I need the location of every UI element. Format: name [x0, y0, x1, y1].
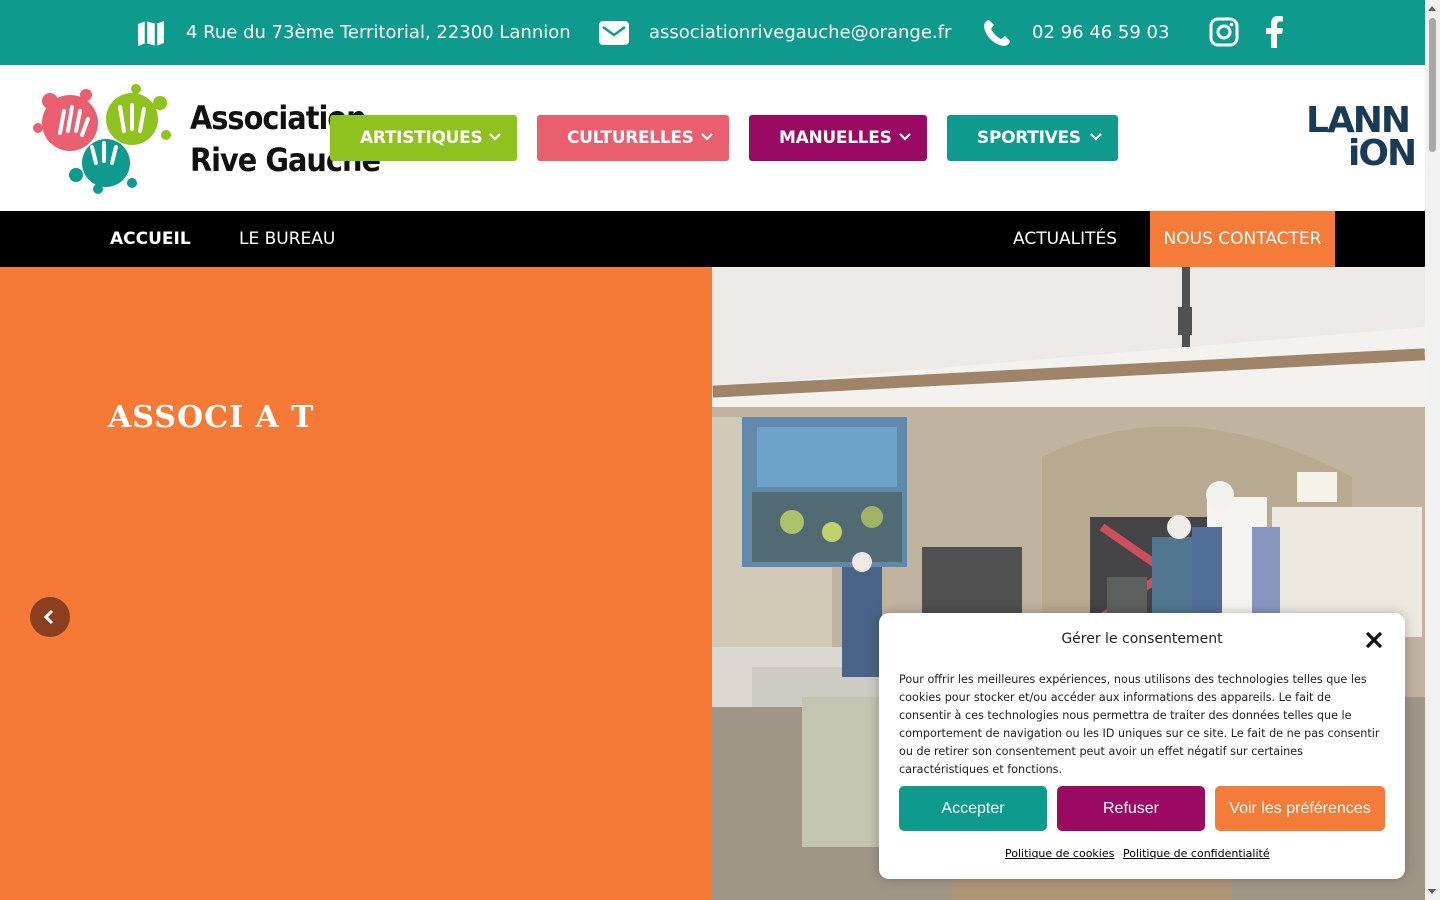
category-label: CULTURELLES [567, 128, 694, 148]
main-navigation: ACCUEIL LE BUREAU ACTUALITÉS NOUS CONTAC… [0, 211, 1425, 267]
category-artistiques-button[interactable]: ARTISTIQUES [330, 115, 517, 161]
nav-accueil[interactable]: ACCUEIL [110, 211, 191, 267]
phone-text: 02 96 46 59 03 [1032, 22, 1170, 43]
chevron-down-icon [1090, 133, 1102, 141]
category-sportives-button[interactable]: SPORTIVES [947, 115, 1118, 161]
consent-body-text: Pour offrir les meilleures expériences, … [899, 673, 1380, 776]
consent-title: Gérer le consentement [1061, 631, 1223, 647]
nav-actualites[interactable]: ACTUALITÉS [1013, 211, 1117, 267]
paint-splash-logo-icon [33, 84, 171, 194]
chevron-left-icon [43, 609, 54, 625]
chevron-down-icon [899, 133, 911, 141]
instagram-link[interactable] [1206, 14, 1242, 50]
category-label: MANUELLES [779, 128, 892, 148]
nav-le-bureau[interactable]: LE BUREAU [239, 211, 335, 267]
instagram-icon [1209, 17, 1239, 47]
chevron-down-icon [701, 133, 713, 141]
preferences-button[interactable]: Voir les préférences [1215, 786, 1385, 831]
page-scrollbar[interactable] [1425, 0, 1440, 900]
hero-title: ASSOCI A T [108, 400, 315, 435]
chevron-down-icon [489, 133, 501, 141]
category-label: SPORTIVES [977, 128, 1081, 148]
slider-prev-button[interactable] [30, 597, 70, 637]
email-item[interactable]: associationrivegauche@orange.fr [599, 0, 951, 65]
map-icon [136, 18, 166, 48]
lannion-logo-line-2: iON [1348, 133, 1417, 174]
site-header: Association Rive Gauche ARTISTIQUES CULT… [0, 65, 1425, 211]
nav-nous-contacter[interactable]: NOUS CONTACTER [1150, 211, 1335, 267]
facebook-icon [1266, 16, 1283, 48]
top-info-bar: 4 Rue du 73ème Territorial, 22300 Lannio… [0, 0, 1425, 65]
lannion-partner-logo[interactable]: LANN iON [1306, 103, 1420, 174]
privacy-policy-link[interactable]: Politique de confidentialité [1123, 847, 1270, 860]
category-label: ARTISTIQUES [360, 128, 483, 148]
mail-icon [599, 20, 629, 45]
cookie-policy-link[interactable]: Politique de cookies [1005, 847, 1114, 860]
phone-icon [982, 18, 1012, 48]
category-culturelles-button[interactable]: CULTURELLES [537, 115, 729, 161]
category-manuelles-button[interactable]: MANUELLES [749, 115, 927, 161]
accept-button[interactable]: Accepter [899, 786, 1047, 831]
address-text: 4 Rue du 73ème Territorial, 22300 Lannio… [186, 22, 571, 43]
scroll-down-arrow-icon[interactable] [1428, 889, 1436, 894]
hero-text-panel: ASSOCI A T [0, 267, 712, 900]
scrollbar-thumb[interactable] [1429, 18, 1436, 152]
scroll-up-arrow-icon[interactable] [1428, 6, 1436, 11]
email-text: associationrivegauche@orange.fr [649, 22, 952, 43]
consent-close-button[interactable] [1365, 631, 1383, 649]
address-item[interactable]: 4 Rue du 73ème Territorial, 22300 Lannio… [136, 0, 571, 65]
facebook-link[interactable] [1256, 14, 1292, 50]
phone-item[interactable]: 02 96 46 59 03 [982, 0, 1169, 65]
close-icon [1365, 631, 1383, 649]
refuse-button[interactable]: Refuser [1057, 786, 1205, 831]
cookie-consent-dialog: Gérer le consentement Pour offrir les me… [879, 613, 1405, 879]
